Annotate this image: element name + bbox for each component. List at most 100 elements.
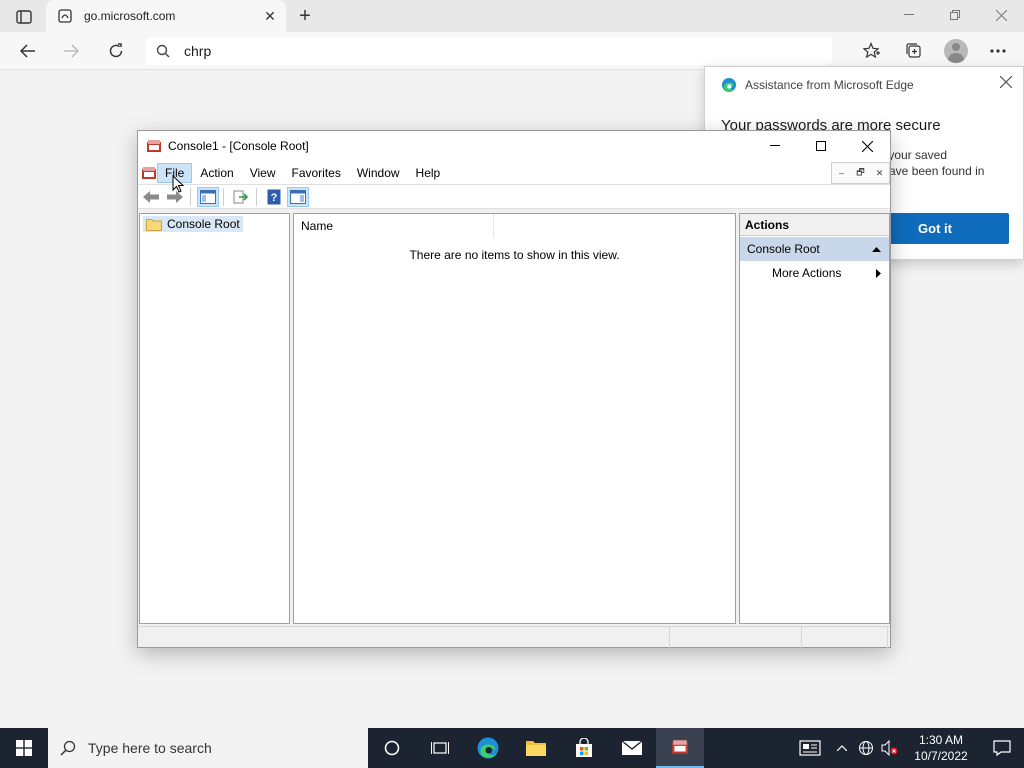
- tab-actions-icon[interactable]: [8, 6, 40, 28]
- results-list-pane: Name There are no items to show in this …: [293, 213, 736, 624]
- cortana-icon[interactable]: [368, 728, 416, 768]
- browser-tab-bar: go.microsoft.com ✕ +: [0, 0, 1024, 32]
- empty-list-message: There are no items to show in this view.: [409, 248, 620, 262]
- export-list-icon[interactable]: [230, 187, 252, 207]
- tree-node-label: Console Root: [167, 217, 240, 231]
- help-icon[interactable]: ?: [263, 187, 285, 207]
- flyout-app-name: Assistance from Microsoft Edge: [745, 78, 914, 92]
- mouse-cursor-icon: [172, 175, 184, 193]
- close-flyout-icon[interactable]: [997, 73, 1015, 91]
- show-hidden-icons-chevron-icon[interactable]: [830, 728, 854, 768]
- new-tab-button[interactable]: +: [294, 5, 316, 27]
- task-view-icon[interactable]: [416, 728, 464, 768]
- mail-icon[interactable]: [608, 728, 656, 768]
- action-more-actions[interactable]: More Actions: [740, 261, 889, 285]
- clock-date: 10/7/2022: [914, 749, 968, 763]
- refresh-icon[interactable]: [102, 38, 130, 64]
- news-widget-icon[interactable]: [790, 728, 830, 768]
- start-button[interactable]: [0, 728, 48, 768]
- mmc-toolbar: ?: [138, 185, 890, 209]
- profile-avatar[interactable]: [942, 37, 970, 65]
- system-tray: 1:30 AM 10/7/2022: [790, 728, 1024, 768]
- status-segment: [802, 627, 888, 648]
- folder-icon: [146, 218, 162, 231]
- browser-toolbar: [858, 37, 1012, 65]
- notification-center-icon[interactable]: [980, 728, 1024, 768]
- action-item-label: More Actions: [772, 266, 842, 280]
- browser-tab[interactable]: go.microsoft.com ✕: [46, 0, 286, 32]
- tab-title: go.microsoft.com: [84, 9, 176, 23]
- browser-window-controls: [886, 0, 1024, 30]
- mmc-status-bar: [138, 626, 890, 648]
- console-system-menu-icon[interactable]: [141, 165, 157, 181]
- taskbar-search-input[interactable]: Type here to search: [48, 728, 368, 768]
- mmc-window-controls: [752, 131, 890, 161]
- close-window-icon[interactable]: [978, 0, 1024, 30]
- show-hide-action-pane-icon[interactable]: [287, 186, 309, 207]
- close-window-icon[interactable]: [844, 131, 890, 161]
- toolbar-separator: [256, 187, 257, 206]
- windows-taskbar: Type here to search 1:30 AM 10/7/2022: [0, 728, 1024, 768]
- actions-pane: Actions Console Root More Actions: [739, 213, 890, 624]
- store-icon[interactable]: [560, 728, 608, 768]
- status-segment: [138, 627, 670, 648]
- address-input[interactable]: chrp: [146, 37, 832, 65]
- toolbar-separator: [190, 187, 191, 206]
- actions-section-console-root[interactable]: Console Root: [740, 237, 889, 261]
- menu-view[interactable]: View: [242, 163, 284, 183]
- actions-section-label: Console Root: [747, 242, 820, 256]
- minimize-icon[interactable]: [752, 131, 798, 161]
- search-icon: [156, 44, 170, 58]
- child-restore-icon[interactable]: 🗗: [851, 163, 870, 183]
- console-tree-pane: Console Root: [139, 213, 290, 624]
- page-favicon-icon: [58, 9, 72, 23]
- browser-address-bar: chrp: [0, 32, 1024, 70]
- status-segment: [670, 627, 802, 648]
- mmc-app-icon: [147, 140, 161, 152]
- back-icon[interactable]: [14, 38, 42, 64]
- tree-node-console-root[interactable]: Console Root: [143, 216, 243, 232]
- actions-pane-header: Actions: [740, 214, 889, 236]
- submenu-arrow-icon: [876, 268, 881, 278]
- restore-icon[interactable]: [932, 0, 978, 30]
- child-window-controls: – 🗗 ✕: [831, 162, 890, 184]
- back-arrow-icon[interactable]: [140, 187, 162, 207]
- menu-window[interactable]: Window: [349, 163, 408, 183]
- toolbar-separator: [223, 187, 224, 206]
- file-explorer-icon[interactable]: [512, 728, 560, 768]
- edge-taskbar-icon[interactable]: [464, 728, 512, 768]
- mmc-menu-bar: File Action View Favorites Window Help –…: [138, 161, 890, 185]
- column-header-name[interactable]: Name: [294, 214, 494, 238]
- list-header: Name: [294, 214, 735, 238]
- child-minimize-icon[interactable]: –: [832, 163, 851, 183]
- mmc-window-title: Console1 - [Console Root]: [168, 139, 309, 153]
- volume-muted-icon[interactable]: [878, 728, 902, 768]
- search-icon: [60, 740, 76, 756]
- favorites-icon[interactable]: [858, 37, 886, 65]
- svg-text:?: ?: [271, 192, 278, 204]
- flyout-header: Assistance from Microsoft Edge: [721, 77, 914, 93]
- more-options-icon[interactable]: [984, 37, 1012, 65]
- mmc-taskbar-icon[interactable]: [656, 728, 704, 768]
- mmc-title-bar[interactable]: Console1 - [Console Root]: [138, 131, 890, 161]
- minimize-icon[interactable]: [886, 0, 932, 30]
- network-globe-icon[interactable]: [854, 728, 878, 768]
- menu-favorites[interactable]: Favorites: [284, 163, 349, 183]
- collapse-up-icon: [872, 246, 881, 252]
- menu-action[interactable]: Action: [192, 163, 241, 183]
- clock-time: 1:30 AM: [918, 733, 964, 747]
- collections-icon[interactable]: [900, 37, 928, 65]
- clock[interactable]: 1:30 AM 10/7/2022: [902, 732, 980, 764]
- child-close-icon[interactable]: ✕: [870, 163, 889, 183]
- address-text: chrp: [184, 43, 212, 59]
- taskbar-search-placeholder: Type here to search: [88, 740, 212, 756]
- avatar: [944, 39, 968, 63]
- forward-icon[interactable]: [57, 38, 85, 64]
- menu-help[interactable]: Help: [408, 163, 449, 183]
- windows-logo-icon: [16, 740, 32, 756]
- close-tab-icon[interactable]: ✕: [260, 6, 280, 26]
- edge-logo-icon: [722, 78, 736, 92]
- show-hide-console-tree-icon[interactable]: [197, 186, 219, 207]
- mmc-console-window: Console1 - [Console Root] File Action Vi…: [137, 130, 891, 648]
- maximize-icon[interactable]: [798, 131, 844, 161]
